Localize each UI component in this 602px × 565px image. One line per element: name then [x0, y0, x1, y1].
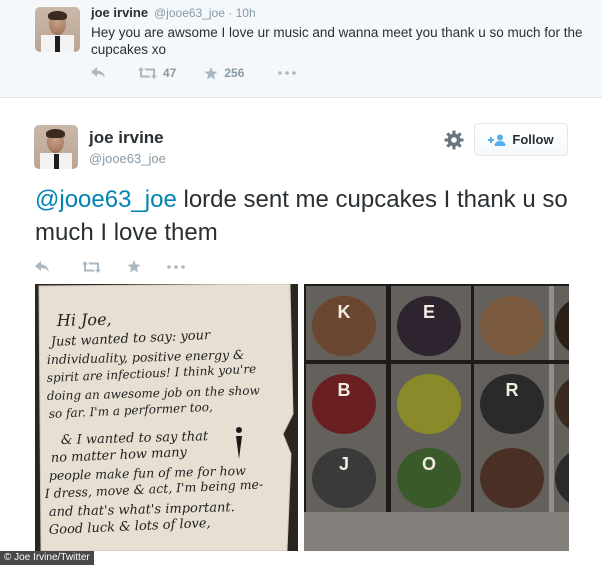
- retweet-icon: [138, 67, 157, 79]
- cupcake-letter: J: [339, 454, 349, 474]
- reply-icon: [91, 67, 105, 78]
- reply-actions: 47 256: [91, 66, 318, 80]
- cupcake: [391, 364, 471, 438]
- reply-button[interactable]: [91, 67, 106, 79]
- cupcake-letter: K: [338, 302, 351, 322]
- cupcake: E: [391, 286, 471, 360]
- favorite-icon: [127, 260, 141, 273]
- gear-icon[interactable]: [444, 130, 464, 150]
- more-icon: [278, 71, 297, 75]
- favorite-button[interactable]: 256: [204, 66, 244, 80]
- main-avatar[interactable]: [34, 125, 78, 169]
- follow-button[interactable]: Follow: [474, 123, 568, 156]
- cupcake: [549, 364, 569, 438]
- cupcake: K: [306, 286, 386, 360]
- main-author-name[interactable]: joe irvine: [89, 128, 164, 148]
- main-reply-button[interactable]: [35, 260, 50, 273]
- reply-avatar[interactable]: [35, 7, 80, 52]
- note-photo[interactable]: Hi Joe, Just wanted to say: your individua…: [35, 284, 298, 551]
- cupcake: [549, 286, 569, 360]
- cupcake-letter: E: [423, 302, 435, 322]
- reply-author-name[interactable]: joe irvine: [91, 5, 148, 20]
- favorite-icon: [204, 66, 218, 79]
- cupcake: [474, 286, 554, 360]
- main-favorite-button[interactable]: [127, 260, 141, 273]
- photo-credit: © Joe Irvine/Twitter: [0, 551, 94, 565]
- main-author-handle[interactable]: @jooe63_joe: [89, 151, 166, 166]
- main-more-button[interactable]: [167, 264, 185, 269]
- more-button[interactable]: [278, 71, 297, 75]
- retweet-icon: [82, 260, 101, 273]
- cupcake: R: [474, 364, 554, 438]
- cupcake: O: [391, 438, 471, 512]
- more-icon: [167, 264, 185, 269]
- note-line: Hi Joe,: [56, 310, 112, 330]
- cupcake-letter: B: [338, 380, 351, 400]
- reply-tweet[interactable]: joe irvine @jooe63_joe · 10h Hey you are…: [0, 0, 602, 98]
- retweet-button[interactable]: 47: [138, 66, 176, 80]
- mention-link[interactable]: @jooe63_joe: [35, 186, 177, 213]
- retweet-count: 47: [163, 66, 177, 80]
- cupcake-letter: R: [506, 380, 519, 400]
- cupcakes-photo[interactable]: K E B R J O: [304, 284, 569, 551]
- cupcake: [474, 438, 554, 512]
- cupcake: J: [306, 438, 386, 512]
- follow-person-icon: [488, 134, 506, 146]
- main-retweet-button[interactable]: [82, 260, 101, 273]
- main-tweet-text: @jooe63_joe lorde sent me cupcakes I tha…: [35, 183, 575, 249]
- reply-author-handle[interactable]: @jooe63_joe · 10h: [154, 6, 256, 20]
- follow-label: Follow: [512, 132, 554, 147]
- cupcake: B: [306, 364, 386, 438]
- reply-icon: [35, 260, 49, 272]
- cupcake-letter: O: [422, 454, 436, 474]
- main-actions: [35, 260, 207, 273]
- favorite-count: 256: [224, 66, 245, 80]
- reply-tweet-text: Hey you are awsome I love ur music and w…: [91, 25, 583, 57]
- cupcake: [549, 438, 569, 512]
